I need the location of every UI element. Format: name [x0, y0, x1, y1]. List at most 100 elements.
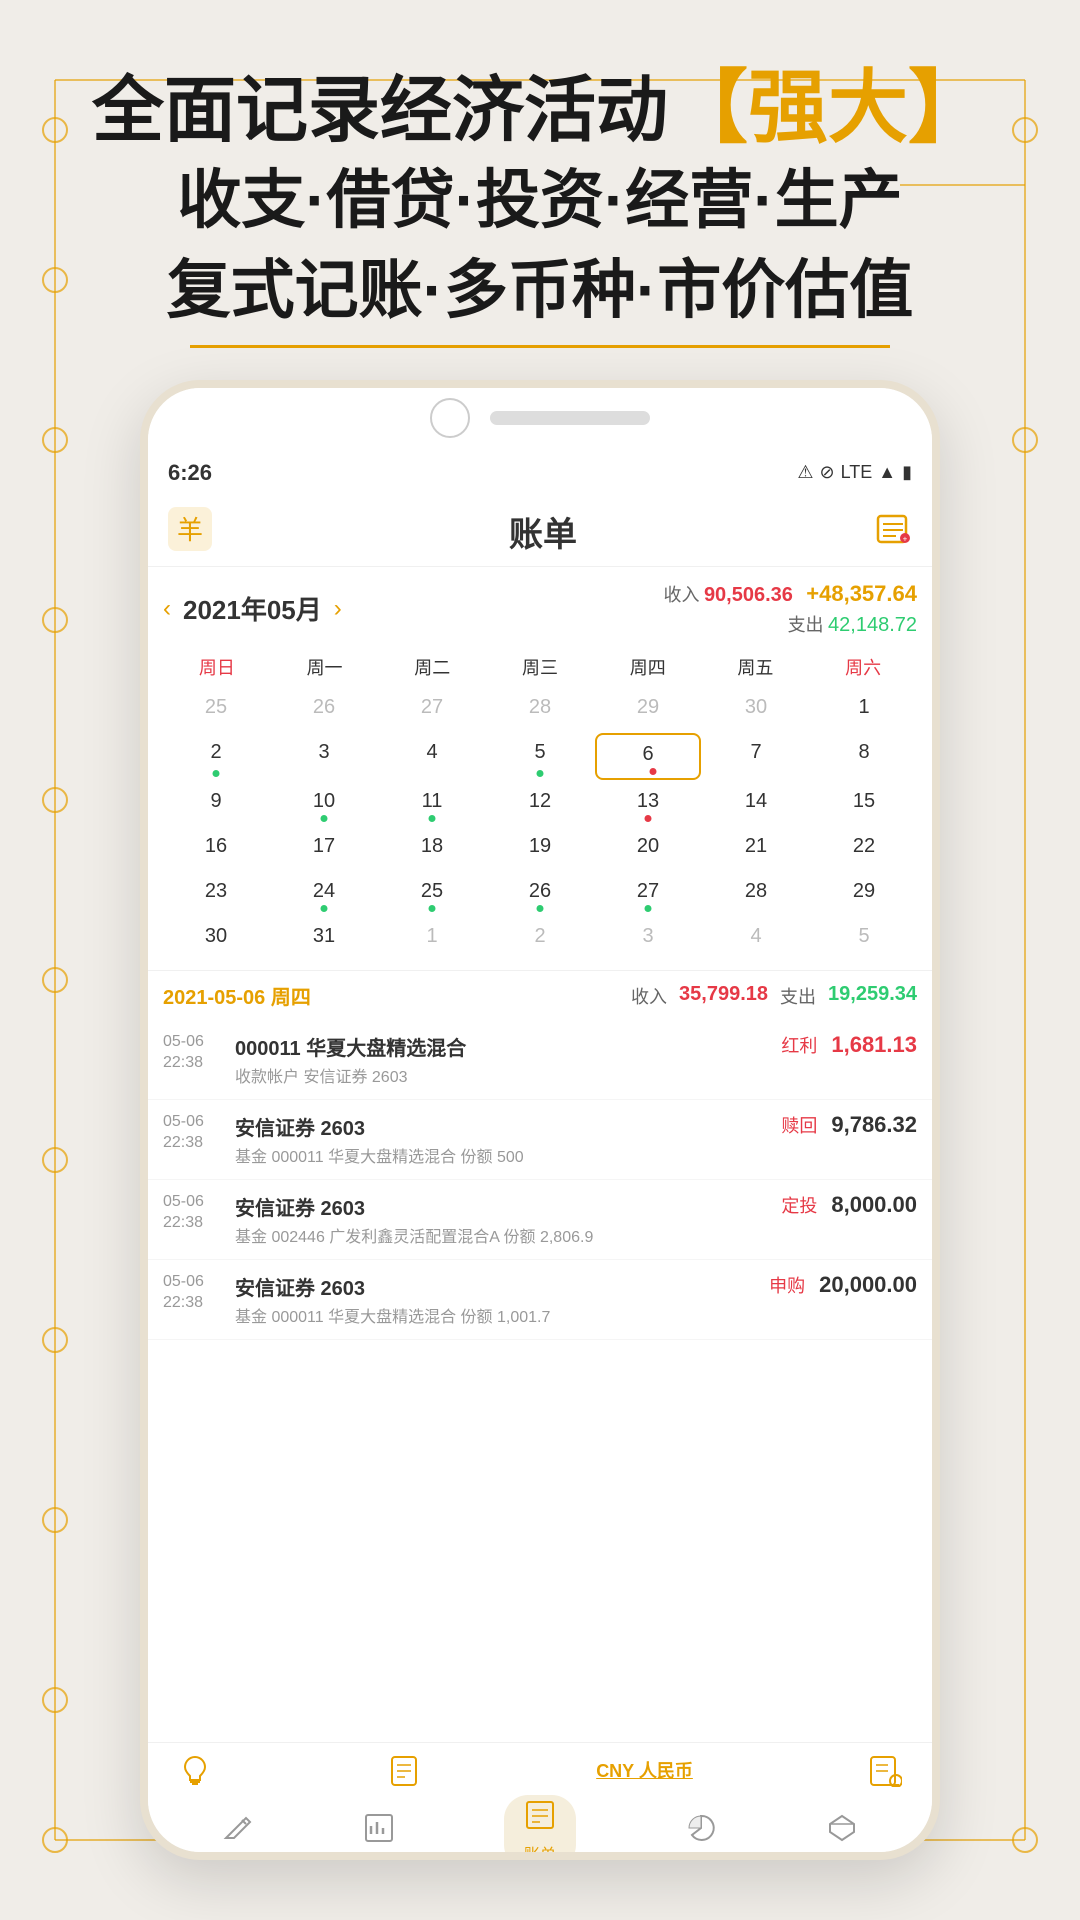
notes-icon[interactable]	[387, 1753, 421, 1787]
cal-day-8[interactable]: 8	[811, 733, 917, 780]
cal-day-25[interactable]: 25	[379, 872, 485, 915]
cal-day-4[interactable]: 4	[379, 733, 485, 780]
cal-day-28[interactable]: 28	[487, 688, 593, 731]
cal-day-13[interactable]: 13	[595, 782, 701, 825]
lte-label: LTE	[841, 462, 873, 483]
txn-sub: 基金 000011 华夏大盘精选混合 份额 1,001.7	[235, 1303, 757, 1327]
cal-day-20[interactable]: 20	[595, 827, 701, 870]
signal-icon: ▲	[878, 462, 896, 483]
transaction-list: 05-0622:38 000011 华夏大盘精选混合 收款帐户 安信证券 260…	[148, 1020, 932, 1340]
nav-pie[interactable]	[685, 1812, 717, 1852]
cal-day-31[interactable]: 31	[271, 917, 377, 960]
balance-value: +48,357.64	[806, 581, 917, 606]
cal-day-17[interactable]: 17	[271, 827, 377, 870]
cal-day-30[interactable]: 30	[703, 688, 809, 731]
txn-type: 红利	[781, 1032, 817, 1058]
cal-day-3[interactable]: 3	[595, 917, 701, 960]
cal-day-5[interactable]: 5	[811, 917, 917, 960]
cal-day-27[interactable]: 27	[595, 872, 701, 915]
currency-label[interactable]: CNY 人民币	[596, 1757, 693, 1783]
cal-day-2[interactable]: 2	[163, 733, 269, 780]
nav-edit[interactable]	[222, 1812, 254, 1852]
nav-report-icon	[363, 1812, 395, 1852]
hero-underline	[190, 345, 890, 348]
next-month-button[interactable]: ›	[334, 595, 342, 623]
income-label: 收入	[663, 585, 699, 605]
battery-icon: ▮	[902, 462, 912, 483]
cal-day-2[interactable]: 2	[487, 917, 593, 960]
transaction-item[interactable]: 05-0622:38 安信证券 2603 基金 000011 华夏大盘精选混合 …	[148, 1100, 932, 1180]
status-bar: 6:26 ⚠ ⊘ LTE ▲ ▮	[148, 448, 932, 498]
cal-day-11[interactable]: 11	[379, 782, 485, 825]
cal-day-3[interactable]: 3	[271, 733, 377, 780]
svg-text:羊: 羊	[177, 515, 203, 545]
search-icon[interactable]	[868, 1753, 902, 1787]
cal-day-9[interactable]: 9	[163, 782, 269, 825]
txn-amount: 8,000.00	[831, 1192, 917, 1218]
cal-day-23[interactable]: 23	[163, 872, 269, 915]
transaction-item[interactable]: 05-0622:38 安信证券 2603 基金 002446 广发利鑫灵活配置混…	[148, 1180, 932, 1260]
cal-day-4[interactable]: 4	[703, 917, 809, 960]
bottom-nav: 账单	[148, 1791, 932, 1860]
cal-day-12[interactable]: 12	[487, 782, 593, 825]
cal-day-7[interactable]: 7	[703, 733, 809, 780]
day-income-value: 35,799.18	[679, 983, 768, 1009]
cal-day-5[interactable]: 5	[487, 733, 593, 780]
cal-day-1[interactable]: 1	[811, 688, 917, 731]
cal-day-29[interactable]: 29	[595, 688, 701, 731]
cal-day-29[interactable]: 29	[811, 872, 917, 915]
app-header: 羊 账单 +	[148, 498, 932, 568]
txn-title: 安信证券 2603	[235, 1192, 769, 1221]
calendar-section: ‹ 2021年05月 › 收入 90,506.36 +48,357.64 支出	[148, 567, 932, 970]
cal-day-25[interactable]: 25	[163, 688, 269, 731]
calendar-grid: 2526272829301234567891011121314151617181…	[163, 688, 917, 960]
nav-bills[interactable]: 账单	[504, 1795, 576, 1860]
nav-report[interactable]	[363, 1812, 395, 1852]
nav-diamond[interactable]	[826, 1812, 858, 1852]
weekday-tue: 周二	[378, 650, 486, 684]
currency-selector[interactable]: CNY 人民币	[596, 1757, 693, 1783]
day-detail-header: 2021-05-06 周四 收入 35,799.18 支出 19,259.34	[148, 970, 932, 1020]
cal-day-22[interactable]: 22	[811, 827, 917, 870]
calendar-summary: 收入 90,506.36 +48,357.64 支出 42,148.72	[663, 577, 917, 640]
cal-day-19[interactable]: 19	[487, 827, 593, 870]
transaction-item[interactable]: 05-0622:38 000011 华夏大盘精选混合 收款帐户 安信证券 260…	[148, 1020, 932, 1100]
cal-day-18[interactable]: 18	[379, 827, 485, 870]
cal-day-27[interactable]: 27	[379, 688, 485, 731]
lightbulb-icon[interactable]	[178, 1753, 212, 1787]
weekday-thu: 周四	[594, 650, 702, 684]
cal-day-24[interactable]: 24	[271, 872, 377, 915]
status-icons: ⚠ ⊘ LTE ▲ ▮	[797, 462, 912, 483]
cal-day-10[interactable]: 10	[271, 782, 377, 825]
weekday-mon: 周一	[271, 650, 379, 684]
edit-icon[interactable]: +	[874, 510, 912, 553]
txn-amount: 20,000.00	[819, 1272, 917, 1298]
hero-section: 全面记录经济活动【强大】 收支·借贷·投资·经营·生产 复式记账·多币种·市价估…	[0, 60, 1080, 348]
cal-day-26[interactable]: 26	[271, 688, 377, 731]
transaction-item[interactable]: 05-0622:38 安信证券 2603 基金 000011 华夏大盘精选混合 …	[148, 1260, 932, 1340]
txn-amount: 1,681.13	[831, 1032, 917, 1058]
txn-sub: 基金 002446 广发利鑫灵活配置混合A 份额 2,806.9	[235, 1223, 769, 1247]
txn-title: 000011 华夏大盘精选混合	[235, 1032, 769, 1061]
cal-day-26[interactable]: 26	[487, 872, 593, 915]
phone-inner: 6:26 ⚠ ⊘ LTE ▲ ▮ 羊 账单	[148, 448, 932, 1860]
cal-day-30[interactable]: 30	[163, 917, 269, 960]
cal-day-28[interactable]: 28	[703, 872, 809, 915]
app-title: 账单	[509, 507, 577, 556]
svg-text:+: +	[903, 535, 908, 544]
txn-title: 安信证券 2603	[235, 1112, 769, 1141]
cal-day-14[interactable]: 14	[703, 782, 809, 825]
bottom-icons-row: CNY 人民币	[148, 1743, 932, 1791]
cal-day-16[interactable]: 16	[163, 827, 269, 870]
hero-line3: 复式记账·多币种·市价估值	[60, 246, 1020, 336]
txn-type: 赎回	[781, 1112, 817, 1138]
calendar-weekdays: 周日 周一 周二 周三 周四 周五 周六	[163, 650, 917, 684]
phone-notch	[148, 388, 932, 448]
nav-bills-label: 账单	[524, 1841, 556, 1860]
cal-day-15[interactable]: 15	[811, 782, 917, 825]
txn-title: 安信证券 2603	[235, 1272, 757, 1301]
cal-day-1[interactable]: 1	[379, 917, 485, 960]
cal-day-21[interactable]: 21	[703, 827, 809, 870]
prev-month-button[interactable]: ‹	[163, 595, 171, 623]
cal-day-6[interactable]: 6	[595, 733, 701, 780]
